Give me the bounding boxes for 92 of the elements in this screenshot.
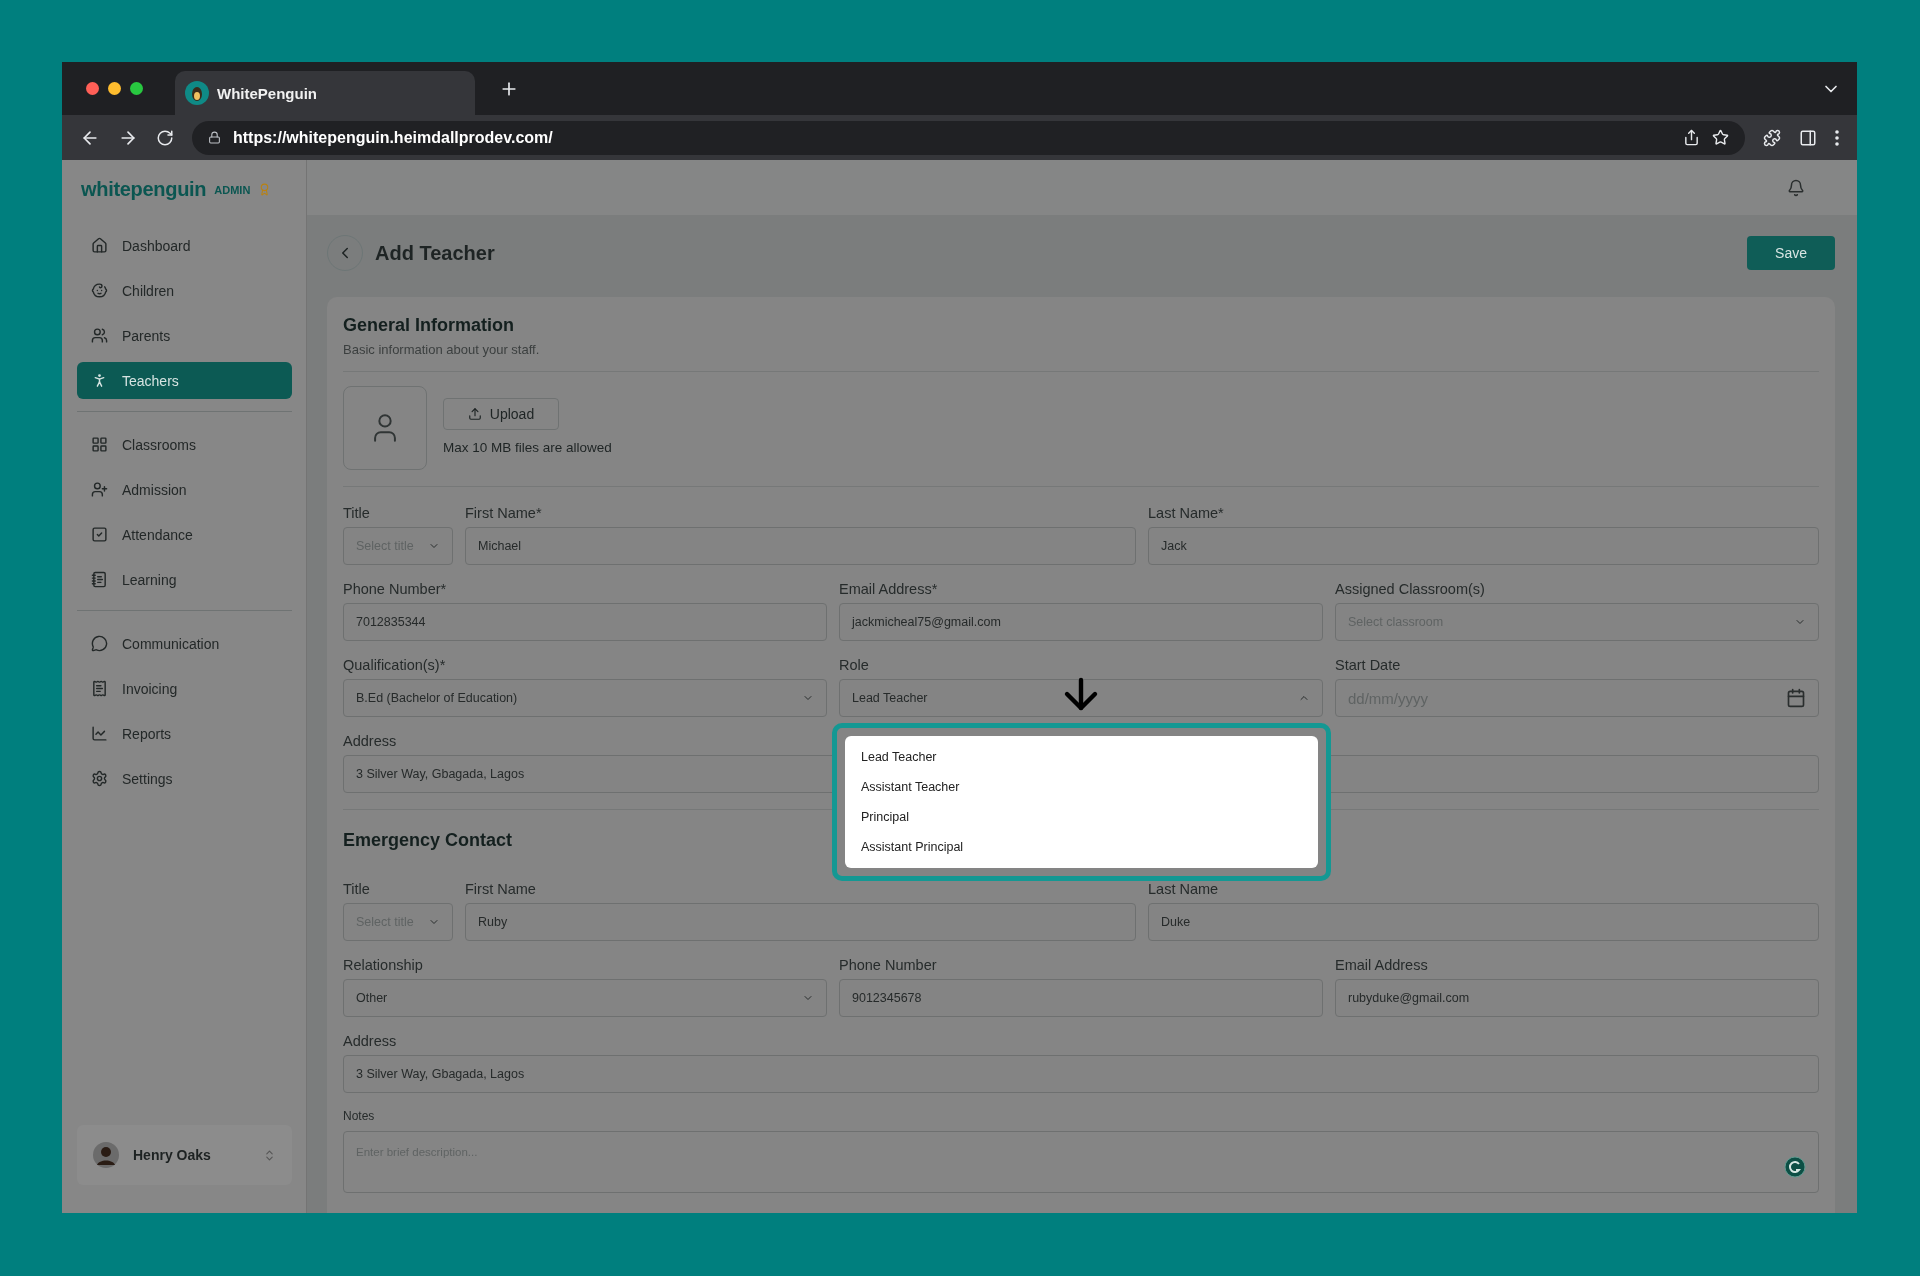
input-field[interactable]: Michael <box>465 527 1136 565</box>
share-button[interactable] <box>1683 129 1700 146</box>
section-title: Emergency Contact <box>343 830 513 851</box>
maximize-button[interactable] <box>130 82 143 95</box>
role-label: ADMIN <box>214 183 251 196</box>
reload-icon <box>156 128 174 147</box>
round-badge-icon <box>1784 1156 1806 1178</box>
panel-icon <box>1799 128 1817 147</box>
house-icon <box>91 237 108 254</box>
nav-item[interactable]: Invoicing <box>77 670 292 707</box>
bell-icon <box>1787 178 1805 197</box>
field-label: Last Name* <box>1148 505 1224 521</box>
address-bar[interactable]: https://whitepenguin.heimdallprodev.com/ <box>192 120 1745 155</box>
upload-hint: Max 10 MB files are allowed <box>443 440 612 455</box>
user-menu[interactable]: Henry Oaks <box>77 1125 292 1185</box>
favicon-icon <box>185 81 209 105</box>
field-label: Role <box>839 657 869 673</box>
menu-button[interactable] <box>1835 129 1839 146</box>
section-title: General Information <box>343 315 515 336</box>
nav-item[interactable]: Classrooms <box>77 426 292 463</box>
field-label: Qualification(s)* <box>343 657 446 673</box>
dropdown-option[interactable]: Principal <box>845 802 1318 832</box>
settings-icon <box>91 770 108 787</box>
nav-item[interactable]: Reports <box>77 715 292 752</box>
input-field[interactable]: Duke <box>1148 903 1819 941</box>
field-label: Phone Number <box>839 957 937 973</box>
field-label: First Name* <box>465 505 542 521</box>
nav-item[interactable]: Dashboard <box>77 227 292 264</box>
extensions-button[interactable] <box>1763 128 1781 147</box>
bookmark-star-button[interactable] <box>1712 129 1729 146</box>
share-icon <box>1683 129 1700 146</box>
dropdown-option[interactable]: Assistant Teacher <box>845 772 1318 802</box>
calendar-icon[interactable] <box>1786 688 1806 708</box>
field-label: Address <box>343 733 397 749</box>
dropdown-option[interactable]: Assistant Principal <box>845 832 1318 862</box>
nav-item[interactable]: Children <box>77 272 292 309</box>
section-subtitle: Basic information about your staff. <box>343 342 541 357</box>
select-field[interactable]: Other <box>343 979 827 1017</box>
dropdown-option[interactable]: Lead Teacher <box>845 742 1318 772</box>
lock-icon <box>208 131 221 144</box>
field-label: Email Address* <box>839 581 938 597</box>
field-label: Address <box>343 1033 397 1049</box>
field-label: Title <box>343 505 370 521</box>
minimize-button[interactable] <box>108 82 121 95</box>
select-field[interactable]: B.Ed (Bachelor of Education) <box>343 679 827 717</box>
nav-item[interactable]: Learning <box>77 561 292 598</box>
field-label: Notes <box>343 1109 376 1123</box>
nav-item[interactable]: Admission <box>77 471 292 508</box>
baby-icon <box>91 282 108 299</box>
field-label: Phone Number* <box>343 581 447 597</box>
nav-item[interactable]: Attendance <box>77 516 292 553</box>
field-label: First Name <box>465 881 536 897</box>
nav-item[interactable]: Settings <box>77 760 292 797</box>
upload-icon <box>467 407 482 421</box>
chevron-updown-icon <box>263 1148 276 1162</box>
avatar <box>93 1142 119 1168</box>
input-field[interactable]: 3 Silver Way, Gbagada, Lagos <box>343 1055 1819 1093</box>
menu-icon <box>1835 129 1839 146</box>
field-label: Email Address <box>1335 957 1428 973</box>
browser-tab[interactable]: WhitePenguin <box>175 71 475 115</box>
field-label: Relationship <box>343 957 423 973</box>
input-field[interactable]: Ruby <box>465 903 1136 941</box>
star-icon <box>1712 129 1729 146</box>
receipt-icon <box>91 680 108 697</box>
checkbox-icon <box>91 526 108 543</box>
field-label: Assigned Classroom(s) <box>1335 581 1485 597</box>
input-field[interactable]: rubyduke@gmail.com <box>1335 979 1819 1017</box>
logo: whitepenguin <box>81 178 207 201</box>
upload-button[interactable]: Upload <box>443 398 559 430</box>
reload-button[interactable] <box>156 128 174 147</box>
field-label: Last Name <box>1148 881 1219 897</box>
notification-button[interactable] <box>1787 178 1805 197</box>
chart-icon <box>91 725 108 742</box>
field-label: Start Date <box>1335 657 1401 673</box>
page-title: Add Teacher <box>375 241 495 265</box>
nav-item[interactable]: Parents <box>77 317 292 354</box>
nav-item[interactable]: Communication <box>77 625 292 662</box>
users-icon <box>91 327 108 344</box>
grid-icon <box>91 436 108 453</box>
input-field[interactable]: 9012345678 <box>839 979 1323 1017</box>
input-field[interactable]: Jack <box>1148 527 1819 565</box>
input-field[interactable]: 7012835344 <box>343 603 827 641</box>
input-field[interactable]: jackmicheal75@gmail.com <box>839 603 1323 641</box>
save-button[interactable]: Save <box>1747 236 1835 270</box>
close-button[interactable] <box>86 82 99 95</box>
notebook-icon <box>91 571 108 588</box>
chat-icon <box>91 635 108 652</box>
puzzle-icon <box>1763 128 1781 147</box>
side-panel-button[interactable] <box>1799 128 1817 147</box>
field-label: Title <box>343 881 370 897</box>
nav-item[interactable]: Teachers <box>77 362 292 399</box>
user-plus-icon <box>91 481 108 498</box>
